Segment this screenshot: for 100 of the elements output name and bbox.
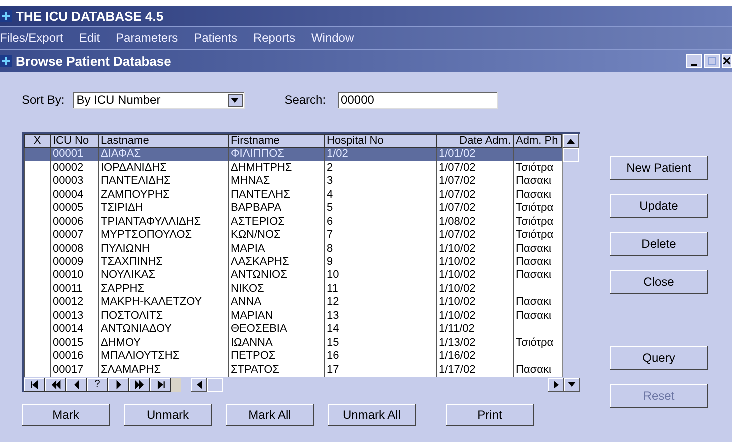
table-row[interactable]: 00003 ΠΑΝΤΕΛΙΔΗΣ ΜΗΝΑΣ 3 1/07/02 Πασακι bbox=[24, 174, 562, 188]
menu-item[interactable]: Patients bbox=[194, 31, 238, 45]
table-cell: 1/10/02 bbox=[439, 269, 476, 282]
action-button[interactable]: Mark All bbox=[226, 404, 314, 426]
table-cell: ΜΑΡΙΑ bbox=[231, 242, 266, 255]
menu-item[interactable]: Parameters bbox=[116, 31, 178, 45]
table-cell: 1/11/02 bbox=[439, 323, 475, 336]
side-button[interactable]: Query bbox=[610, 346, 708, 370]
table-cell: ΜΗΝΑΣ bbox=[231, 175, 270, 188]
table-cell: 1/10/02 bbox=[439, 310, 476, 322]
column-header[interactable]: Date Adm. bbox=[436, 134, 514, 148]
table-cell: 00005 bbox=[53, 202, 84, 214]
table-cell: ΔΙΑΦΑΣ bbox=[101, 148, 142, 160]
table-cell: 00013 bbox=[53, 310, 84, 322]
scroll-thumb[interactable] bbox=[207, 378, 223, 392]
next-page-button[interactable] bbox=[129, 378, 150, 392]
table-row[interactable]: 00013 ΠΟΣΤΟΛΙΤΣ ΜΑΡΙΑΝ 13 1/10/02 Πασακι bbox=[24, 310, 562, 324]
table-row[interactable]: 00014 ΑΝΤΩΝΙΑΔΟΥ ΘΕΟΣΕΒΙΑ 14 1/11/02 bbox=[24, 323, 562, 337]
minimize-icon bbox=[691, 64, 697, 66]
table-cell: 00014 bbox=[53, 323, 84, 336]
table-cell: 1/08/02 bbox=[439, 216, 476, 228]
table-cell: ΤΣΑΧΠΙΝΗΣ bbox=[101, 256, 163, 268]
table-cell: ΠΑΝΤΕΛΗΣ bbox=[231, 188, 290, 201]
table-row[interactable]: 00001 ΔΙΑΦΑΣ ΦΙΛΙΠΠΟΣ 1/02 1/01/02 bbox=[24, 148, 562, 162]
scroll-down-icon bbox=[568, 382, 576, 387]
table-row[interactable]: 00008 ΠΥΛΙΩΝΗ ΜΑΡΙΑ 8 1/10/02 Πασακι bbox=[24, 242, 562, 256]
action-button[interactable]: Mark bbox=[22, 404, 110, 426]
menu-item[interactable]: Files/Export bbox=[0, 31, 64, 45]
table-cell: 00016 bbox=[53, 350, 84, 362]
first-button[interactable] bbox=[24, 378, 45, 392]
table-row[interactable]: 00012 ΜΑΚΡΗ-ΚΑΛΕΤΖΟΥ ΑΝΝΑ 12 1/10/02 Πασακι bbox=[24, 296, 562, 310]
table-cell: Τσιότρα bbox=[516, 162, 554, 174]
table-cell: ΠΥΛΙΩΝΗ bbox=[101, 242, 150, 255]
table-cell: ΔΗΜΟΥ bbox=[101, 336, 141, 349]
table-cell: 00012 bbox=[53, 296, 84, 308]
table-cell: 16 bbox=[327, 350, 340, 362]
table-cell: 00004 bbox=[53, 188, 84, 201]
next-button[interactable] bbox=[108, 378, 129, 392]
close-button[interactable] bbox=[722, 54, 732, 68]
menu-item[interactable]: Window bbox=[311, 31, 354, 45]
table-row[interactable]: 00016 ΜΠΑΛΙΟΥΤΣΗΣ ΠΕΤΡΟΣ 16 1/16/02 bbox=[24, 350, 562, 364]
table-cell: ΣΛΑΜΑΡΗΣ bbox=[101, 364, 162, 376]
action-button[interactable]: Print bbox=[446, 404, 534, 426]
table-cell: ΝΙΚΟΣ bbox=[231, 282, 264, 295]
action-button[interactable]: Unmark bbox=[124, 404, 212, 426]
vertical-scrollbar[interactable] bbox=[562, 134, 580, 377]
table-cell: ΙΟΡΔΑΝΙΔΗΣ bbox=[101, 162, 167, 174]
menu-item[interactable]: Edit bbox=[79, 31, 100, 45]
column-header[interactable]: Adm. Ph bbox=[514, 134, 562, 148]
table-cell: 00002 bbox=[53, 162, 84, 174]
prev-page-button[interactable] bbox=[45, 378, 66, 392]
horizontal-scrollbar[interactable] bbox=[191, 378, 564, 392]
side-button[interactable]: Delete bbox=[610, 232, 708, 256]
table-cell: ΠΑΝΤΕΛΙΔΗΣ bbox=[101, 175, 171, 188]
table-cell: ΝΟΥΛΙΚΑΣ bbox=[101, 269, 156, 282]
table-row[interactable]: 00011 ΣΑΡΡΗΣ ΝΙΚΟΣ 11 1/10/02 bbox=[24, 282, 562, 296]
table-cell: 1/07/02 bbox=[439, 162, 476, 174]
side-button[interactable]: Update bbox=[610, 194, 708, 218]
table-cell: 00008 bbox=[53, 242, 84, 255]
action-button[interactable]: Unmark All bbox=[328, 404, 416, 426]
prev-button[interactable] bbox=[66, 378, 87, 392]
table-row[interactable]: 00006 ΤΡΙΑΝΤΑΦΥΛΛΙΔΗΣ ΑΣΤΕΡΙΟΣ 6 1/08/02 Τσιότρα bbox=[24, 215, 562, 229]
table-row[interactable]: 00004 ΖΑΜΠΟΥΡΗΣ ΠΑΝΤΕΛΗΣ 4 1/07/02 Πασακι bbox=[24, 188, 562, 202]
table-row[interactable]: 00010 ΝΟΥΛΙΚΑΣ ΑΝΤΩΝΙΟΣ 10 1/10/02 Πασακι bbox=[24, 269, 562, 283]
table-cell: ΑΝΤΩΝΙΑΔΟΥ bbox=[101, 323, 172, 336]
table-cell: 3 bbox=[327, 175, 334, 188]
table-cell: Πασακι bbox=[516, 175, 552, 188]
table-cell: ΔΗΜΗΤΡΗΣ bbox=[231, 162, 292, 174]
menu-item[interactable]: Reports bbox=[253, 31, 296, 45]
table-row[interactable]: 00015 ΔΗΜΟΥ ΙΩΑΝΝΑ 15 1/13/02 Τσιότρα bbox=[24, 336, 562, 350]
table-cell: ΘΕΟΣΕΒΙΑ bbox=[231, 323, 288, 336]
sort-dropdown[interactable]: By ICU Number bbox=[72, 92, 245, 108]
prev-page-icon bbox=[50, 380, 60, 390]
table-cell: ΜΑΚΡΗ-ΚΑΛΕΤΖΟΥ bbox=[101, 296, 202, 308]
column-header[interactable]: Hospital No bbox=[324, 134, 436, 148]
child-window-title: Browse Patient Database bbox=[16, 54, 172, 68]
sort-label: Sort By: bbox=[22, 93, 65, 107]
table-row[interactable]: 00002 ΙΟΡΔΑΝΙΔΗΣ ΔΗΜΗΤΡΗΣ 2 1/07/02 Τσιότρα bbox=[24, 161, 562, 175]
table-cell: ΒΑΡΒΑΡΑ bbox=[231, 202, 282, 214]
table-cell: 00007 bbox=[53, 229, 84, 242]
column-header[interactable]: X bbox=[24, 134, 50, 148]
search-field[interactable]: 00000 bbox=[338, 92, 498, 108]
column-header[interactable]: Lastname bbox=[98, 134, 228, 148]
table-cell: 1/10/02 bbox=[439, 296, 476, 308]
table-row[interactable]: 00005 ΤΣΙΡΙΔΗ ΒΑΡΒΑΡΑ 5 1/07/02 Τσιότρα bbox=[24, 202, 562, 216]
table-cell: Τσιότρα bbox=[516, 229, 554, 242]
side-button[interactable]: Close bbox=[610, 270, 708, 294]
scroll-thumb[interactable] bbox=[563, 148, 579, 162]
table-cell: ΜΑΡΙΑΝ bbox=[231, 310, 274, 322]
last-button[interactable] bbox=[150, 378, 171, 392]
column-header[interactable]: ICU No bbox=[50, 134, 98, 148]
table-cell: 1/17/02 bbox=[439, 364, 476, 376]
table-row[interactable]: 00007 ΜΥΡΤΣΟΠΟΥΛΟΣ ΚΩΝ/ΝΟΣ 7 1/07/02 Τσιότρα bbox=[24, 228, 562, 242]
side-button[interactable]: New Patient bbox=[610, 156, 708, 180]
table-row[interactable]: 00009 ΤΣΑΧΠΙΝΗΣ ΛΑΣΚΑΡΗΣ 9 1/10/02 Πασακι bbox=[24, 256, 562, 270]
table-cell: 12 bbox=[327, 296, 340, 308]
find-button[interactable]: ? bbox=[87, 378, 108, 392]
minimize-button[interactable] bbox=[686, 54, 702, 68]
scroll-right-icon bbox=[554, 380, 558, 388]
column-header[interactable]: Firstname bbox=[228, 134, 324, 148]
